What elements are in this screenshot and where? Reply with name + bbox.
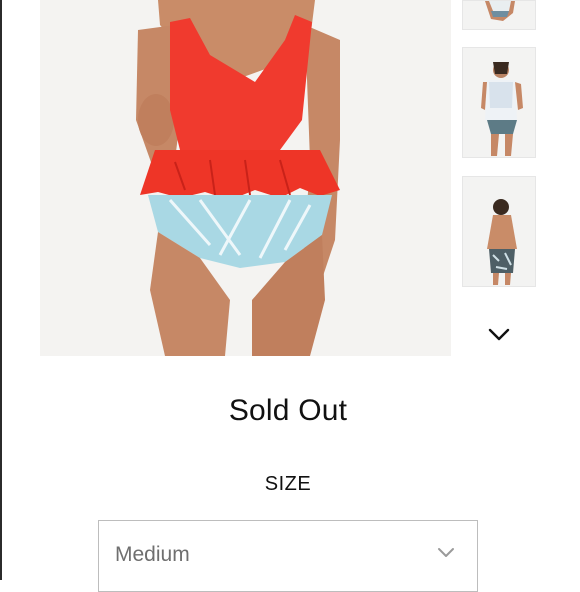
size-select[interactable]: Medium	[98, 520, 478, 592]
main-product-image[interactable]	[40, 0, 451, 356]
chevron-down-icon	[438, 548, 454, 557]
thumbnail-white-swimsuit[interactable]	[462, 47, 536, 158]
thumbnail-front[interactable]	[462, 0, 536, 30]
size-selected-value: Medium	[115, 543, 190, 566]
thumbnail-back-view[interactable]	[462, 176, 536, 287]
chevron-down-icon[interactable]	[486, 324, 512, 344]
size-label: SIZE	[264, 473, 312, 495]
sold-out-status: Sold Out	[228, 394, 348, 427]
